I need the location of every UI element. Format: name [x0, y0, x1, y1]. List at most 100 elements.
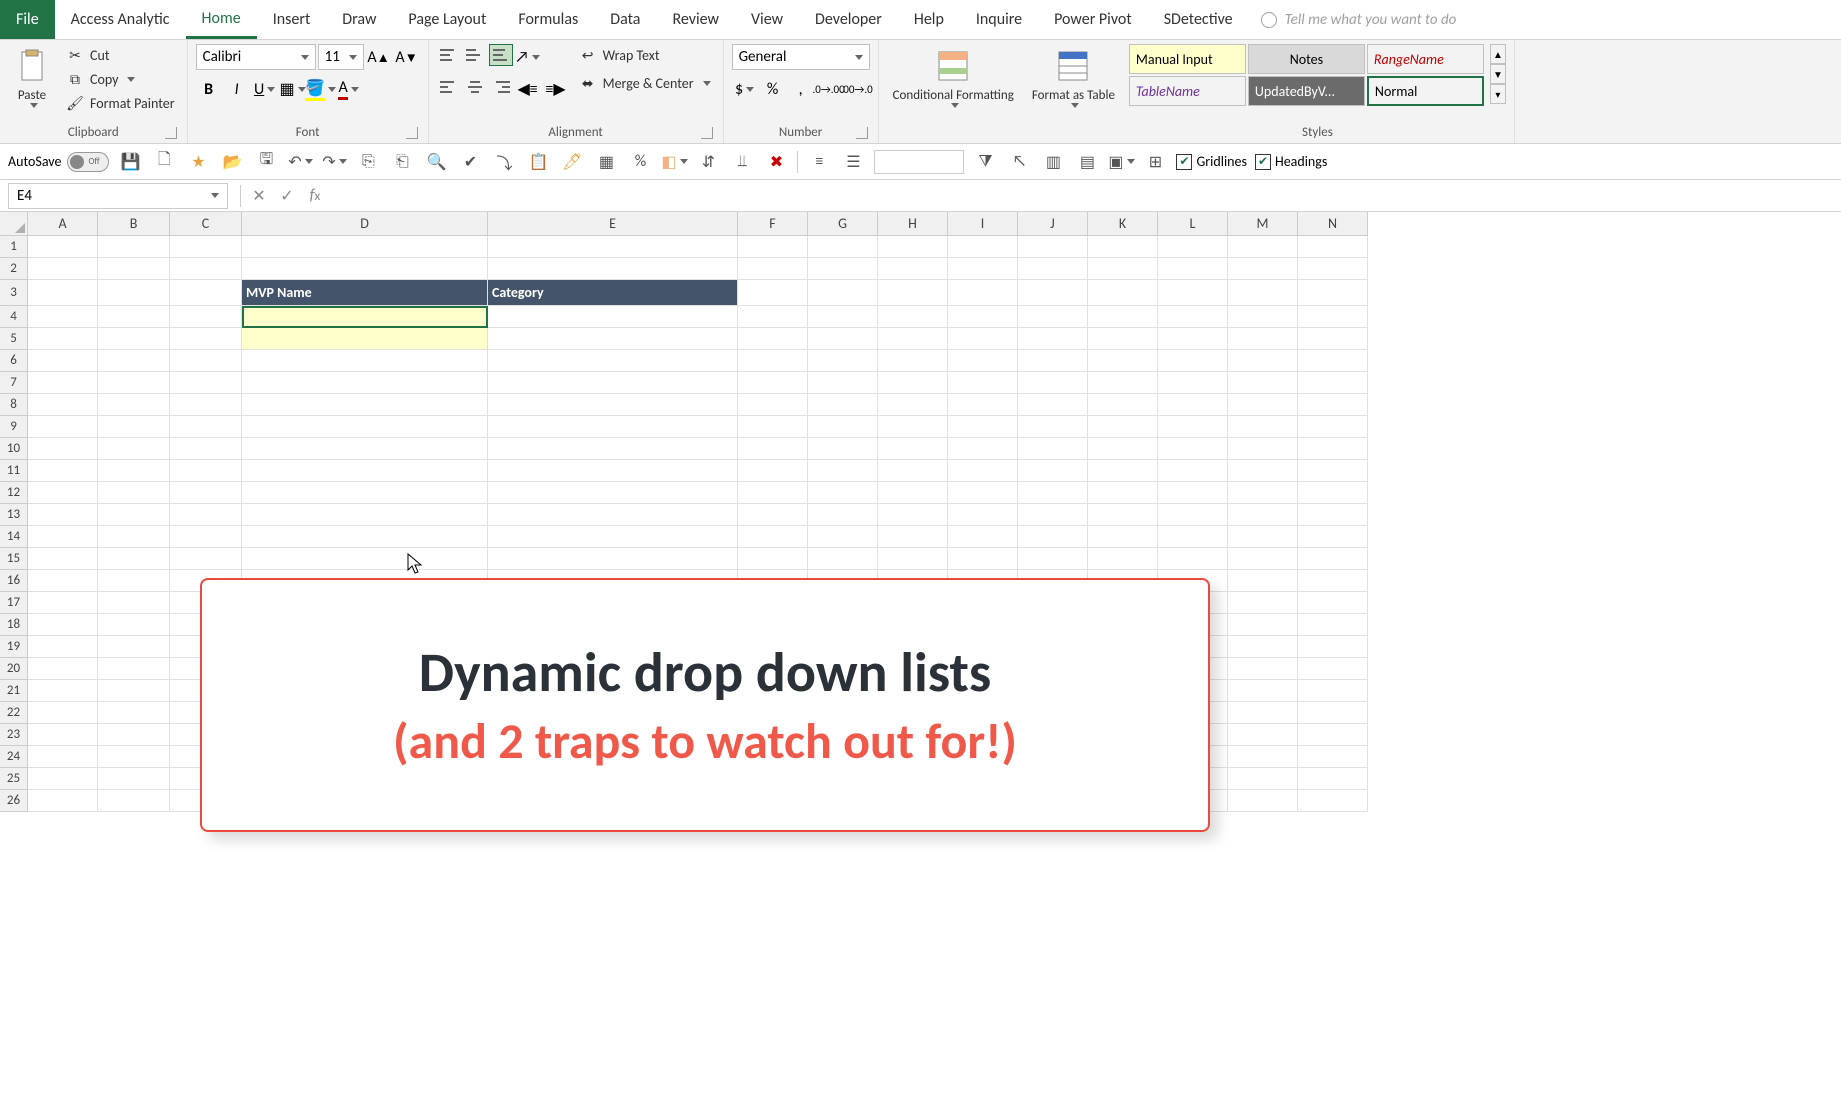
cell-I14[interactable]: [948, 526, 1018, 548]
cell-N3[interactable]: [1298, 280, 1368, 306]
row-header-2[interactable]: 2: [0, 258, 28, 280]
align-middle-button[interactable]: [463, 44, 487, 66]
font-launcher[interactable]: [406, 127, 418, 139]
cell-J1[interactable]: [1018, 236, 1088, 258]
row-header-7[interactable]: 7: [0, 372, 28, 394]
cell-B25[interactable]: [98, 768, 170, 790]
name-box[interactable]: E4: [8, 183, 228, 209]
cell-B21[interactable]: [98, 680, 170, 702]
cell-K9[interactable]: [1088, 416, 1158, 438]
cell-E8[interactable]: [488, 394, 738, 416]
cell-H10[interactable]: [878, 438, 948, 460]
cell-K15[interactable]: [1088, 548, 1158, 570]
format-as-table-button[interactable]: Format as Table: [1026, 44, 1121, 112]
gallery-up-button[interactable]: ▲: [1490, 44, 1506, 64]
cell-N10[interactable]: [1298, 438, 1368, 460]
cell-N12[interactable]: [1298, 482, 1368, 504]
row-header-6[interactable]: 6: [0, 350, 28, 372]
cell-M10[interactable]: [1228, 438, 1298, 460]
cell-A5[interactable]: [28, 328, 98, 350]
cell-I15[interactable]: [948, 548, 1018, 570]
cell-M7[interactable]: [1228, 372, 1298, 394]
cell-B14[interactable]: [98, 526, 170, 548]
cell-J15[interactable]: [1018, 548, 1088, 570]
qat-save-icon[interactable]: 💾: [117, 149, 143, 175]
cell-C5[interactable]: [170, 328, 242, 350]
font-name-combo[interactable]: Calibri: [196, 44, 316, 70]
qat-align-icon[interactable]: ≡: [806, 149, 832, 175]
cell-F1[interactable]: [738, 236, 808, 258]
cell-K3[interactable]: [1088, 280, 1158, 306]
col-header-N[interactable]: N: [1298, 212, 1368, 236]
cell-N13[interactable]: [1298, 504, 1368, 526]
row-header-24[interactable]: 24: [0, 746, 28, 768]
cell-L4[interactable]: [1158, 306, 1228, 328]
col-header-I[interactable]: I: [948, 212, 1018, 236]
row-header-19[interactable]: 19: [0, 636, 28, 658]
cell-H7[interactable]: [878, 372, 948, 394]
cell-A21[interactable]: [28, 680, 98, 702]
cell-A14[interactable]: [28, 526, 98, 548]
cell-J13[interactable]: [1018, 504, 1088, 526]
cell-B10[interactable]: [98, 438, 170, 460]
cell-F6[interactable]: [738, 350, 808, 372]
cell-M5[interactable]: [1228, 328, 1298, 350]
cell-M17[interactable]: [1228, 592, 1298, 614]
row-header-12[interactable]: 12: [0, 482, 28, 504]
cell-M20[interactable]: [1228, 658, 1298, 680]
col-header-J[interactable]: J: [1018, 212, 1088, 236]
cell-E11[interactable]: [488, 460, 738, 482]
cell-F3[interactable]: [738, 280, 808, 306]
cell-M24[interactable]: [1228, 746, 1298, 768]
qat-preview-icon[interactable]: 🔍: [423, 149, 449, 175]
cell-I11[interactable]: [948, 460, 1018, 482]
cell-H3[interactable]: [878, 280, 948, 306]
cell-I5[interactable]: [948, 328, 1018, 350]
cell-B8[interactable]: [98, 394, 170, 416]
cell-D2[interactable]: [242, 258, 488, 280]
tab-view[interactable]: View: [735, 0, 799, 39]
cell-A7[interactable]: [28, 372, 98, 394]
decrease-font-button[interactable]: A▼: [394, 44, 420, 70]
col-header-H[interactable]: H: [878, 212, 948, 236]
cell-L2[interactable]: [1158, 258, 1228, 280]
cell-N14[interactable]: [1298, 526, 1368, 548]
cell-A1[interactable]: [28, 236, 98, 258]
clipboard-launcher[interactable]: [165, 127, 177, 139]
cell-G12[interactable]: [808, 482, 878, 504]
cell-B26[interactable]: [98, 790, 170, 812]
tab-sdetective[interactable]: SDetective: [1148, 0, 1249, 39]
cell-E7[interactable]: [488, 372, 738, 394]
qat-filter-icon[interactable]: ⧩: [972, 149, 998, 175]
cell-B5[interactable]: [98, 328, 170, 350]
cell-N17[interactable]: [1298, 592, 1368, 614]
enter-formula-button[interactable]: ✓: [273, 183, 301, 209]
qat-btn-4[interactable]: 📋: [525, 149, 551, 175]
cell-N24[interactable]: [1298, 746, 1368, 768]
number-format-combo[interactable]: General: [732, 44, 870, 70]
cell-B12[interactable]: [98, 482, 170, 504]
qat-btn-5[interactable]: ⇵: [695, 149, 721, 175]
col-header-D[interactable]: D: [242, 212, 488, 236]
align-center-button[interactable]: [463, 76, 487, 98]
cell-B24[interactable]: [98, 746, 170, 768]
tab-access-analytic[interactable]: Access Analytic: [55, 0, 186, 39]
cell-N2[interactable]: [1298, 258, 1368, 280]
cell-F5[interactable]: [738, 328, 808, 350]
cell-M6[interactable]: [1228, 350, 1298, 372]
comma-format-button[interactable]: ,: [788, 76, 814, 102]
cell-J11[interactable]: [1018, 460, 1088, 482]
cell-C4[interactable]: [170, 306, 242, 328]
cut-button[interactable]: ✂ Cut: [62, 44, 179, 66]
cell-N11[interactable]: [1298, 460, 1368, 482]
cell-I9[interactable]: [948, 416, 1018, 438]
cell-M15[interactable]: [1228, 548, 1298, 570]
cell-B9[interactable]: [98, 416, 170, 438]
cell-A16[interactable]: [28, 570, 98, 592]
qat-eraser-icon[interactable]: ◧: [661, 149, 687, 175]
cell-J7[interactable]: [1018, 372, 1088, 394]
align-bottom-button[interactable]: [489, 44, 513, 66]
cell-E2[interactable]: [488, 258, 738, 280]
cell-B2[interactable]: [98, 258, 170, 280]
percent-format-button[interactable]: %: [760, 76, 786, 102]
